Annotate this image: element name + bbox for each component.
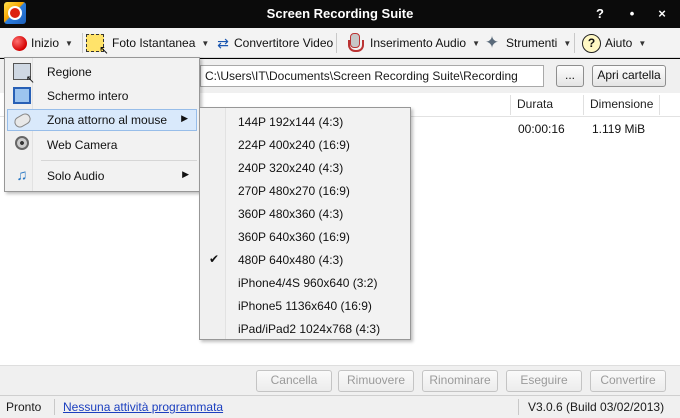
snapshot-icon [86,34,109,57]
actions-bar: Cancella Rimuovere Rinominare Eseguire C… [0,365,680,395]
toolbar-divider [574,33,575,53]
start-label: Inizio [31,36,60,50]
start-dropdown-menu: Regione Schermo intero Zona attorno al m… [4,57,200,192]
status-text: Pronto [6,400,42,414]
help-icon: ? [582,33,601,53]
submenu-arrow-icon: ▶ [182,169,189,179]
help-window-button[interactable]: ? [590,4,610,24]
status-divider [54,399,55,415]
start-menu-button[interactable]: Inizio ▼ [12,30,73,56]
microphone-icon [348,33,364,53]
resolution-item-270p[interactable]: 270P 480x270 (16:9) [202,180,408,202]
schedule-link[interactable]: Nessuna attività programmata [63,400,223,414]
resolution-item-224p[interactable]: 224P 400x240 (16:9) [202,134,408,156]
snapshot-label: Foto Istantanea [112,36,196,50]
resolution-label: 360P 480x360 (4:3) [238,207,344,221]
minimize-button[interactable]: • [622,4,642,24]
tools-icon: ✦ [484,33,500,52]
resolution-item-360p-16-9[interactable]: 360P 640x360 (16:9) [202,226,408,248]
chevron-down-icon: ▼ [638,38,647,48]
toolbar-divider [82,33,83,53]
menu-item-region[interactable]: Regione [7,61,197,86]
resolution-item-480p[interactable]: ✔ 480P 640x480 (4:3) [202,249,408,271]
resolution-submenu: 144P 192x144 (4:3) 224P 400x240 (16:9) 2… [199,107,411,340]
resolution-label: 360P 640x360 (16:9) [238,230,350,244]
menu-item-webcam[interactable]: Web Camera [7,134,197,156]
browse-button[interactable]: ... [556,65,584,87]
main-toolbar: Inizio ▼ Foto Istantanea ▼ ⇄ Convertitor… [0,28,680,58]
video-converter-button[interactable]: ⇄ Convertitore Video [214,30,333,56]
chevron-down-icon: ▼ [65,38,73,48]
help-label: Aiuto [605,36,633,50]
row-duration: 00:00:16 [518,122,565,136]
cancel-button[interactable]: Cancella [256,370,332,392]
resolution-item-240p[interactable]: 240P 320x240 (4:3) [202,157,408,179]
open-folder-button[interactable]: Apri cartella [592,65,666,87]
fullscreen-icon [13,87,31,104]
output-path-field[interactable]: C:\Users\IT\Documents\Screen Recording S… [200,65,544,87]
menu-item-label: Regione [47,65,92,79]
submenu-arrow-icon: ▶ [181,113,188,123]
webcam-icon [15,136,29,150]
chevron-down-icon: ▼ [472,38,480,48]
tools-menu-button[interactable]: ✦ Strumenti ▼ [482,30,571,56]
resolution-item-144p[interactable]: 144P 192x144 (4:3) [202,111,408,133]
convert-arrows-icon: ⇄ [217,35,229,51]
resolution-label: iPad/iPad2 1024x768 (4:3) [238,322,381,336]
checkmark-icon: ✔ [209,252,220,266]
converter-label: Convertitore Video [234,36,334,50]
help-menu-button[interactable]: ? Aiuto ▼ [582,30,646,56]
region-icon [13,63,35,86]
convert-button[interactable]: Convertire [590,370,666,392]
menu-item-label: Solo Audio [47,169,105,183]
resolution-label: iPhone5 1136x640 (16:9) [238,299,372,313]
menu-item-label: Zona attorno al mouse [47,113,168,127]
tools-label: Strumenti [506,36,558,50]
resolution-label: 480P 640x480 (4:3) [238,253,344,267]
menu-item-label: Schermo intero [47,89,129,103]
rename-button[interactable]: Rinominare [422,370,498,392]
snapshot-button[interactable]: Foto Istantanea ▼ [86,30,210,57]
music-note-icon: ♫ [16,167,28,184]
column-divider [659,95,660,115]
audio-label: Inserimento Audio [370,36,467,50]
resolution-label: iPhone4/4S 960x640 (3:2) [238,276,378,290]
chevron-down-icon: ▼ [563,38,572,48]
menu-item-fullscreen[interactable]: Schermo intero [7,85,197,107]
resolution-label: 224P 400x240 (16:9) [238,138,350,152]
resolution-label: 240P 320x240 (4:3) [238,161,344,175]
window-title: Screen Recording Suite [266,6,414,21]
column-divider [583,95,584,115]
resolution-label: 144P 192x144 (4:3) [238,115,344,129]
mouse-icon [12,111,33,130]
menu-item-audio-only[interactable]: ♫ Solo Audio ▶ [7,165,197,187]
version-text: V3.0.6 (Build 03/02/2013) [528,400,665,414]
audio-insert-button[interactable]: Inserimento Audio ▼ [348,30,480,56]
record-icon [12,35,27,51]
row-size: 1.119 MiB [592,122,646,136]
execute-button[interactable]: Eseguire [506,370,582,392]
resolution-label: 270P 480x270 (16:9) [238,184,350,198]
chevron-down-icon: ▼ [201,38,210,48]
menu-item-label: Web Camera [47,138,118,152]
status-divider [518,399,519,415]
remove-button[interactable]: Rimuovere [338,370,414,392]
close-button[interactable]: × [652,4,672,24]
resolution-item-iphone4[interactable]: iPhone4/4S 960x640 (3:2) [202,272,408,294]
toolbar-divider [336,33,337,53]
resolution-item-ipad[interactable]: iPad/iPad2 1024x768 (4:3) [202,318,408,340]
size-column-header[interactable]: Dimensione [590,97,653,111]
menu-separator [41,160,197,161]
title-bar: Screen Recording Suite ? • × [0,0,680,28]
duration-column-header[interactable]: Durata [517,97,553,111]
column-divider [510,95,511,115]
resolution-item-iphone5[interactable]: iPhone5 1136x640 (16:9) [202,295,408,317]
resolution-item-360p-4-3[interactable]: 360P 480x360 (4:3) [202,203,408,225]
status-bar: Pronto Nessuna attività programmata V3.0… [0,395,680,418]
menu-item-mouse-area[interactable]: Zona attorno al mouse ▶ [7,109,197,131]
